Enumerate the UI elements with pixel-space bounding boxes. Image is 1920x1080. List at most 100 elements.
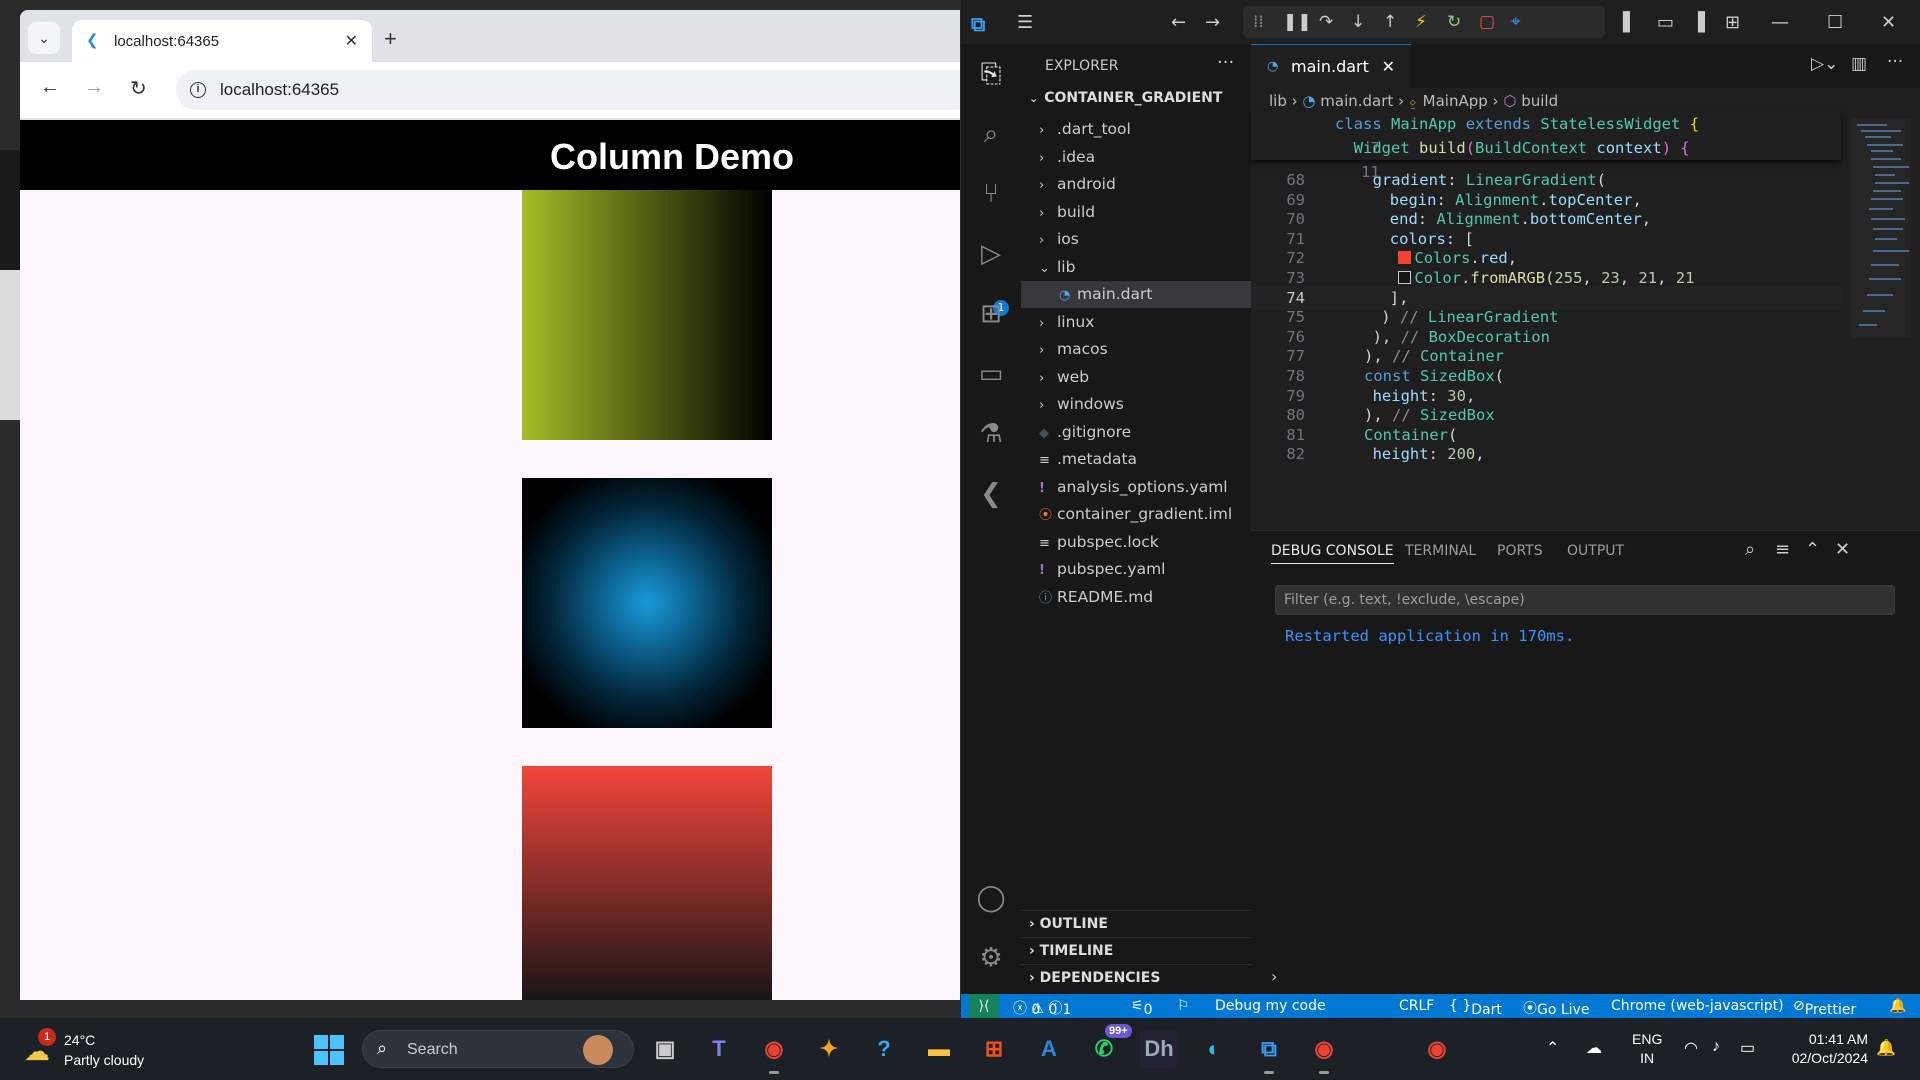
step-into-icon[interactable]: ↓: [1351, 12, 1365, 32]
breadcrumb-method[interactable]: build: [1521, 92, 1558, 110]
app-a-icon[interactable]: A: [1030, 1030, 1068, 1068]
remote-explorer-icon[interactable]: ▭: [975, 358, 1007, 390]
new-tab-button[interactable]: +: [384, 26, 397, 52]
run-icon[interactable]: ▷⌄: [1811, 54, 1838, 74]
tree-item[interactable]: ⦿ container_gradient.iml: [1021, 501, 1251, 528]
dh-app-icon[interactable]: Dh: [1140, 1030, 1178, 1068]
outline-section[interactable]: › OUTLINE: [1021, 910, 1251, 937]
tab-debug-console[interactable]: DEBUG CONSOLE: [1271, 543, 1394, 564]
sticky-line[interactable]: 11 Widget build(BuildContext context) {: [1251, 136, 1690, 181]
toggle-secondary-sidebar-icon[interactable]: ▐: [1691, 12, 1705, 33]
reload-button[interactable]: ↻: [130, 76, 147, 101]
sticky-line[interactable]: 7 class MainApp extends StatelessWidget …: [1251, 112, 1699, 157]
flutter-icon[interactable]: ❮: [975, 478, 1007, 510]
code-line[interactable]: 82 height: 200,: [1251, 442, 1484, 466]
breadcrumb-folder[interactable]: lib: [1269, 92, 1287, 110]
console-prompt-icon[interactable]: ›: [1271, 967, 1277, 986]
step-out-icon[interactable]: ↑: [1383, 12, 1397, 32]
step-over-icon[interactable]: ↷: [1319, 12, 1333, 32]
breadcrumb-class[interactable]: MainApp: [1423, 92, 1488, 110]
clear-console-icon[interactable]: ≡: [1775, 539, 1790, 560]
explorer-more-icon[interactable]: ···: [1217, 52, 1234, 73]
device-status[interactable]: Chrome (web-javascript): [1611, 998, 1784, 1014]
editor-more-icon[interactable]: ···: [1887, 52, 1903, 72]
task-view-icon[interactable]: ▣: [646, 1030, 684, 1068]
tree-item[interactable]: › web: [1021, 364, 1251, 391]
close-tab-icon[interactable]: ✕: [1382, 57, 1395, 76]
wifi-icon[interactable]: ◠: [1684, 1038, 1698, 1058]
tree-item[interactable]: ! pubspec.yaml: [1021, 556, 1251, 583]
tree-item[interactable]: ◆ .gitignore: [1021, 419, 1251, 446]
go-live-status[interactable]: ⦿ Go Live: [1523, 998, 1589, 1018]
breadcrumb-file[interactable]: main.dart: [1320, 92, 1393, 110]
search-icon[interactable]: ⌕: [1745, 539, 1755, 560]
toggle-panel-icon[interactable]: ▭: [1657, 12, 1674, 33]
browser-tab[interactable]: ❮ localhost:64365 ✕: [72, 20, 372, 62]
onedrive-icon[interactable]: ☁: [1586, 1038, 1602, 1058]
drag-handle-icon[interactable]: ⁞⁞: [1253, 12, 1264, 32]
explorer-root-folder[interactable]: ⌄ CONTAINER_GRADIENT: [1029, 90, 1222, 106]
tree-item[interactable]: › windows: [1021, 391, 1251, 418]
copilot-icon[interactable]: ✦: [810, 1030, 848, 1068]
show-hidden-icons[interactable]: ⌃: [1546, 1038, 1559, 1058]
extensions-icon[interactable]: ⊞: [975, 298, 1007, 330]
tree-item[interactable]: › ios: [1021, 226, 1251, 253]
restart-icon[interactable]: ↻: [1447, 12, 1461, 32]
taskbar-search[interactable]: ⌕ Search: [362, 1030, 634, 1068]
tab-ports[interactable]: PORTS: [1497, 543, 1543, 559]
microsoft-store-icon[interactable]: ⊞: [975, 1030, 1013, 1068]
nav-back-icon[interactable]: ←: [1171, 12, 1186, 33]
maximize-panel-icon[interactable]: ⌃: [1805, 539, 1820, 560]
dependencies-section[interactable]: › DEPENDENCIES: [1021, 964, 1251, 991]
tab-output[interactable]: OUTPUT: [1567, 543, 1624, 559]
prettier-status[interactable]: ⊘ Prettier: [1793, 998, 1856, 1018]
run-debug-icon[interactable]: ▷: [975, 238, 1007, 270]
vscode-taskbar-icon[interactable]: ⧉: [1250, 1030, 1288, 1074]
stop-icon[interactable]: ▢: [1479, 12, 1495, 32]
chrome-taskbar-icon[interactable]: ◉: [755, 1030, 793, 1074]
volume-icon[interactable]: ♪: [1712, 1038, 1720, 1056]
edge-icon[interactable]: ◐: [1195, 1030, 1233, 1068]
tree-item[interactable]: › .dart_tool: [1021, 116, 1251, 143]
tree-item[interactable]: › .idea: [1021, 144, 1251, 171]
tree-item[interactable]: ⌄ lib: [1021, 254, 1251, 281]
help-icon[interactable]: ?: [865, 1030, 903, 1068]
tab-close-button[interactable]: ✕: [345, 31, 358, 51]
testing-icon[interactable]: ⚗: [975, 418, 1007, 450]
system-clock[interactable]: 01:41 AM 02/Oct/2024: [1778, 1030, 1868, 1068]
ports-status[interactable]: ⚟ 0: [1131, 998, 1152, 1018]
nav-forward-icon[interactable]: →: [1205, 12, 1220, 33]
tree-item[interactable]: › linux: [1021, 309, 1251, 336]
file-explorer-icon[interactable]: ▬: [920, 1030, 958, 1068]
debug-target-icon[interactable]: ⚐: [1177, 998, 1190, 1014]
maximize-icon[interactable]: ☐: [1827, 12, 1843, 33]
settings-gear-icon[interactable]: ⚙: [975, 942, 1007, 974]
notifications-bell-icon[interactable]: 🔔: [1889, 998, 1906, 1014]
eol-status[interactable]: CRLF: [1399, 998, 1434, 1014]
whatsapp-icon[interactable]: ✆ 99+: [1085, 1024, 1132, 1068]
tree-item[interactable]: ⓘ README.md: [1021, 584, 1251, 611]
chrome-taskbar-icon-3[interactable]: ◉: [1418, 1030, 1456, 1068]
tree-item[interactable]: ≡ .metadata: [1021, 446, 1251, 473]
tree-item[interactable]: › android: [1021, 171, 1251, 198]
teams-icon[interactable]: T: [700, 1030, 738, 1068]
split-editor-icon[interactable]: ▥: [1851, 54, 1867, 74]
editor-tab-main-dart[interactable]: ◔ main.dart ✕: [1251, 44, 1411, 88]
toggle-sidebar-icon[interactable]: ▌: [1623, 12, 1637, 33]
accounts-icon[interactable]: ◯: [975, 882, 1007, 914]
debug-mode-status[interactable]: Debug my code: [1215, 998, 1326, 1014]
pause-icon[interactable]: ❚❚: [1283, 12, 1312, 32]
explorer-icon[interactable]: ⎘: [975, 58, 1007, 90]
language-indicator[interactable]: ENG IN: [1632, 1030, 1662, 1068]
console-filter-input[interactable]: Filter (e.g. text, !exclude, \escape): [1275, 585, 1895, 615]
source-control-icon[interactable]: ⑂: [975, 178, 1007, 210]
close-panel-icon[interactable]: ✕: [1835, 539, 1850, 560]
back-button[interactable]: ←: [40, 76, 60, 99]
minimize-icon[interactable]: —: [1771, 12, 1789, 33]
remote-icon[interactable]: ⟩⟨: [969, 994, 999, 1018]
problems-status[interactable]: ⓧ 0 ⚠ 0 ⓘ 1: [1013, 998, 1071, 1018]
devtools-icon[interactable]: ⌖: [1511, 12, 1521, 32]
tree-item[interactable]: ◔ main.dart: [1021, 281, 1251, 308]
start-button[interactable]: [314, 1035, 344, 1065]
close-window-icon[interactable]: ✕: [1881, 12, 1896, 33]
